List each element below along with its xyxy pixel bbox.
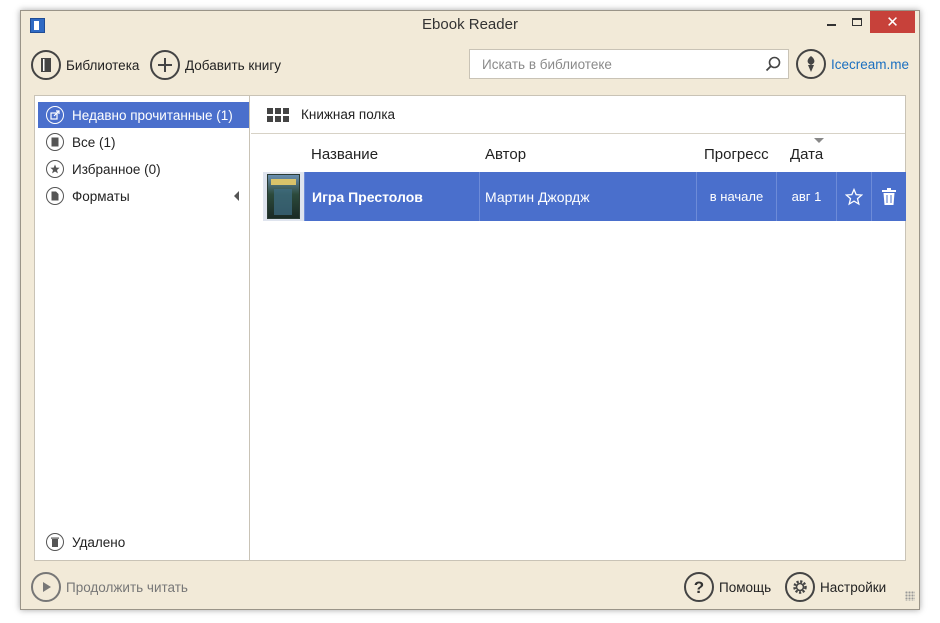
book-author: Мартин Джордж xyxy=(480,172,697,221)
sort-desc-icon xyxy=(814,138,824,143)
settings-label: Настройки xyxy=(820,579,887,595)
book-icon xyxy=(46,133,64,151)
trash-icon xyxy=(882,188,896,205)
expand-arrow-icon[interactable] xyxy=(234,191,239,201)
maximize-icon xyxy=(852,18,862,26)
search-input[interactable] xyxy=(470,50,758,78)
search-box xyxy=(469,49,789,79)
sidebar-item-all[interactable]: Все (1) xyxy=(38,129,249,155)
book-progress: в начале xyxy=(697,172,777,221)
add-book-button[interactable]: Добавить книгу xyxy=(150,50,281,80)
sidebar-item-label: Форматы xyxy=(72,188,130,204)
sidebar-item-trash[interactable]: Удалено xyxy=(38,529,249,555)
column-header-date[interactable]: Дата xyxy=(790,146,823,163)
plus-icon xyxy=(150,50,180,80)
continue-reading-button[interactable]: Продолжить читать xyxy=(31,572,188,602)
book-title: Игра Престолов xyxy=(305,172,480,221)
help-icon: ? xyxy=(684,572,714,602)
sidebar-item-label: Избранное (0) xyxy=(72,161,161,177)
star-outline-icon xyxy=(845,187,863,205)
help-label: Помощь xyxy=(719,579,772,595)
table-header: Название Автор Прогресс Дата xyxy=(263,134,906,172)
table-row[interactable]: Игра Престолов Мартин Джордж в начале ав… xyxy=(263,172,906,221)
document-icon xyxy=(46,187,64,205)
search-icon[interactable] xyxy=(758,50,788,78)
content-panel: Недавно прочитанные (1) Все (1) Избранно… xyxy=(34,95,906,561)
sidebar-item-label: Удалено xyxy=(72,534,126,550)
book-cover xyxy=(263,172,305,221)
toolbar: Библиотека Добавить книгу Icecream.me xyxy=(21,47,919,87)
column-header-author[interactable]: Автор xyxy=(485,146,526,163)
icecream-link[interactable]: Icecream.me xyxy=(796,49,909,79)
bookshelf-label: Книжная полка xyxy=(301,107,396,122)
trash-icon xyxy=(46,533,64,551)
favorite-button[interactable] xyxy=(837,172,872,221)
grid-icon xyxy=(267,107,289,122)
sidebar-item-formats[interactable]: Форматы xyxy=(38,183,249,209)
star-icon xyxy=(46,160,64,178)
sidebar-item-recent[interactable]: Недавно прочитанные (1) xyxy=(38,102,249,128)
minimize-icon xyxy=(826,24,836,26)
bookshelf-view-button[interactable]: Книжная полка xyxy=(251,96,905,134)
column-header-title[interactable]: Название xyxy=(311,146,378,163)
sidebar-item-favorites[interactable]: Избранное (0) xyxy=(38,156,249,182)
sidebar-item-label: Недавно прочитанные (1) xyxy=(72,107,233,123)
icecream-link-label: Icecream.me xyxy=(831,56,910,72)
maximize-button[interactable] xyxy=(844,11,870,33)
main-area: Книжная полка Название Автор Прогресс Да… xyxy=(251,96,906,560)
help-button[interactable]: ? Помощь xyxy=(684,572,771,602)
close-icon: ✕ xyxy=(886,14,899,31)
book-cover-image xyxy=(267,174,300,219)
add-book-label: Добавить книгу xyxy=(185,57,281,73)
library-button[interactable]: Библиотека xyxy=(31,50,139,80)
resize-grip[interactable] xyxy=(905,591,915,601)
column-header-progress[interactable]: Прогресс xyxy=(704,146,769,163)
sidebar: Недавно прочитанные (1) Все (1) Избранно… xyxy=(35,96,250,560)
status-bar: Продолжить читать ? Помощь Настройки xyxy=(21,569,919,605)
library-label: Библиотека xyxy=(66,57,140,73)
play-icon xyxy=(31,572,61,602)
sidebar-item-label: Все (1) xyxy=(72,134,116,150)
gear-icon xyxy=(785,572,815,602)
icecream-logo-icon xyxy=(796,49,826,79)
continue-reading-label: Продолжить читать xyxy=(66,579,188,595)
title-bar: Ebook Reader ✕ xyxy=(21,11,919,39)
share-icon xyxy=(46,106,64,124)
app-window: Ebook Reader ✕ Библиотека Добавить книгу xyxy=(20,10,920,610)
settings-button[interactable]: Настройки xyxy=(785,572,886,602)
delete-button[interactable] xyxy=(872,172,906,221)
library-book-icon xyxy=(31,50,61,80)
book-date: авг 1 xyxy=(777,172,837,221)
close-button[interactable]: ✕ xyxy=(870,11,915,33)
window-title: Ebook Reader xyxy=(422,16,518,33)
minimize-button[interactable] xyxy=(818,11,844,33)
